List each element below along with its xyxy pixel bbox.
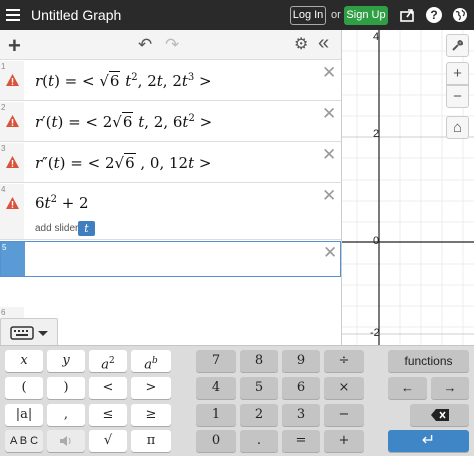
key-multiply[interactable]: × — [324, 377, 364, 399]
expression-math[interactable]: r(t) = < √6 t2, 2t, 2t3 > — [35, 71, 212, 90]
warning-icon[interactable] — [5, 155, 20, 169]
key-7[interactable]: 7 — [196, 350, 236, 372]
graph-title[interactable]: Untitled Graph — [31, 7, 121, 23]
key-decimal[interactable]: . — [240, 430, 278, 452]
y-tick-label: 4 — [373, 31, 380, 43]
key-1[interactable]: 1 — [196, 404, 236, 426]
key-9[interactable]: 9 — [282, 350, 320, 372]
key-plus[interactable]: + — [324, 430, 364, 452]
key-0[interactable]: 0 — [196, 430, 236, 452]
collapse-panel-button[interactable]: « — [318, 32, 329, 55]
redo-button[interactable]: ↷ — [165, 35, 179, 55]
expression-index: 4 — [1, 185, 6, 194]
keypad-toggle-button[interactable] — [0, 318, 58, 345]
login-button[interactable]: Log In — [290, 6, 326, 25]
globe-icon[interactable] — [452, 7, 468, 23]
key-pi[interactable]: π — [131, 430, 171, 452]
expression-index: 1 — [1, 62, 6, 71]
expression-panel: + ↶ ↷ ⚙ « 1 r(t) = < √6 t2, 2t, 2t3 > ✕ … — [0, 30, 342, 345]
abc-keyboard-button[interactable]: A B C — [5, 430, 43, 452]
key-2[interactable]: 2 — [240, 404, 278, 426]
expression-index: 2 — [1, 103, 6, 112]
y-tick-label: 0 — [373, 235, 380, 247]
key-sqrt[interactable]: √ — [89, 430, 127, 452]
key-greater-equal[interactable]: ≥ — [131, 404, 171, 426]
expression-index: 6 — [1, 308, 6, 317]
arrow-right-button[interactable]: → — [431, 377, 469, 399]
key-6[interactable]: 6 — [282, 377, 320, 399]
expression-row[interactable]: 2 r′(t) = < 2√6 t, 2, 6t2 > ✕ — [0, 102, 341, 142]
top-bar: Untitled Graph Log In or Sign Up ? — [0, 0, 474, 30]
key-y[interactable]: y — [47, 350, 85, 372]
wrench-icon[interactable] — [446, 34, 469, 57]
delete-expression-button[interactable]: ✕ — [322, 104, 336, 124]
y-tick-label: 2 — [373, 128, 380, 140]
delete-expression-button[interactable]: ✕ — [322, 186, 336, 206]
expression-math[interactable]: r″(t) = < 2√6 , 0, 12t > — [35, 153, 211, 172]
help-icon[interactable]: ? — [426, 7, 442, 23]
key-divide[interactable]: ÷ — [324, 350, 364, 372]
enter-button[interactable]: ↵ — [388, 430, 469, 452]
expression-row[interactable]: 3 r″(t) = < 2√6 , 0, 12t > ✕ — [0, 143, 341, 183]
key-a-power-b[interactable]: ab — [131, 350, 171, 372]
or-label: or — [331, 9, 341, 21]
speaker-icon — [60, 436, 71, 446]
key-less-than[interactable]: < — [89, 377, 127, 399]
warning-icon[interactable] — [5, 114, 20, 128]
key-4[interactable]: 4 — [196, 377, 236, 399]
key-less-equal[interactable]: ≤ — [89, 404, 127, 426]
y-tick-label: -2 — [370, 327, 380, 339]
expression-toolbar: + ↶ ↷ ⚙ « — [0, 30, 341, 60]
key-close-paren[interactable]: ) — [47, 377, 85, 399]
backspace-button[interactable] — [410, 404, 469, 426]
key-absolute-value[interactable]: |a| — [5, 404, 43, 426]
key-x[interactable]: x — [5, 350, 43, 372]
key-open-paren[interactable]: ( — [5, 377, 43, 399]
warning-icon[interactable] — [5, 196, 20, 210]
backspace-icon — [430, 409, 449, 421]
home-icon[interactable]: ⌂ — [446, 116, 469, 139]
add-expression-button[interactable]: + — [8, 33, 21, 59]
keypad: x y a2 ab 7 8 9 ÷ functions ( ) < > 4 5 … — [0, 345, 474, 456]
delete-expression-button[interactable]: ✕ — [323, 243, 337, 263]
key-8[interactable]: 8 — [240, 350, 278, 372]
expression-row-active[interactable]: 5 ✕ — [0, 241, 341, 277]
add-slider-button[interactable]: t — [78, 221, 95, 236]
arrow-left-button[interactable]: ← — [388, 377, 427, 399]
key-comma[interactable]: , — [47, 404, 85, 426]
key-greater-than[interactable]: > — [131, 377, 171, 399]
delete-expression-button[interactable]: ✕ — [322, 63, 336, 83]
keyboard-icon — [10, 326, 48, 340]
key-5[interactable]: 5 — [240, 377, 278, 399]
add-slider-label: add slider: — [35, 223, 82, 234]
zoom-out-button[interactable]: − — [446, 85, 469, 108]
delete-expression-button[interactable]: ✕ — [322, 145, 336, 165]
expression-math[interactable]: r′(t) = < 2√6 t, 2, 6t2 > — [35, 112, 212, 131]
key-equals[interactable]: = — [282, 430, 320, 452]
zoom-in-button[interactable]: + — [446, 62, 469, 85]
key-a-squared[interactable]: a2 — [89, 350, 127, 372]
functions-button[interactable]: functions — [388, 350, 469, 372]
menu-icon[interactable] — [6, 7, 20, 23]
warning-icon[interactable] — [5, 73, 20, 87]
expression-row[interactable]: 4 6t2 + 2 add slider: t ✕ — [0, 184, 341, 240]
expression-row[interactable]: 1 r(t) = < √6 t2, 2t, 2t3 > ✕ — [0, 61, 341, 101]
undo-button[interactable]: ↶ — [138, 35, 152, 55]
signup-button[interactable]: Sign Up — [344, 6, 388, 25]
share-icon[interactable] — [399, 7, 415, 23]
key-minus[interactable]: − — [324, 404, 364, 426]
audio-trace-button[interactable] — [47, 430, 85, 452]
expression-math[interactable]: 6t2 + 2 — [35, 194, 89, 212]
settings-gear-icon[interactable]: ⚙ — [294, 34, 308, 54]
key-3[interactable]: 3 — [282, 404, 320, 426]
expression-index: 3 — [1, 144, 6, 153]
expression-index: 5 — [2, 243, 7, 252]
